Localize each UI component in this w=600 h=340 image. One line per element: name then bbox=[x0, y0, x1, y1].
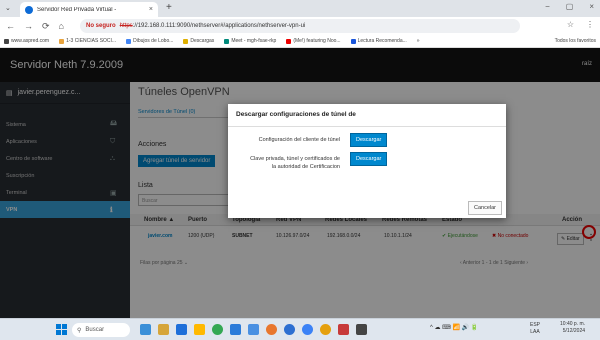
not-secure-badge[interactable]: No seguro bbox=[86, 23, 116, 29]
taskbar-app-icon[interactable] bbox=[356, 324, 367, 335]
private-key-label: Clave privada, túnel y certificados de l… bbox=[236, 155, 340, 171]
bookmarks-bar: www.aspred.com 1-3 CIENCIAS SOCI... Dibu… bbox=[0, 35, 600, 48]
modal-title: Descargar configuraciones de túnel de bbox=[236, 111, 356, 118]
nav-buttons: ← → ⟳ ⌂ bbox=[0, 21, 78, 32]
bookmarks-overflow-icon[interactable]: » bbox=[417, 38, 420, 44]
browser-toolbar-icons: ☆ ⋮ bbox=[567, 20, 594, 29]
home-icon[interactable]: ⌂ bbox=[59, 21, 64, 32]
bookmark-favicon-icon bbox=[4, 38, 9, 44]
window-controls: − ▢ × bbox=[545, 2, 594, 11]
taskbar-app-icon[interactable] bbox=[320, 324, 331, 335]
windows-start-icon[interactable] bbox=[56, 324, 67, 335]
private-key-label-line2: la autoridad de Certificacion bbox=[271, 164, 340, 170]
windows-taskbar: ⚲ Buscar ^ ☁ ⌨ 📶 🔊 🔋 ESP LAA 10:40 p. m.… bbox=[0, 318, 600, 340]
bookmark-favicon-icon bbox=[350, 38, 356, 44]
chrome-icon[interactable] bbox=[212, 324, 223, 335]
bookmark-item[interactable]: (Me!) featuring Noo... bbox=[286, 38, 341, 44]
taskbar-app-icon[interactable] bbox=[158, 324, 169, 335]
address-bar-row: ← → ⟳ ⌂ No seguro https://192.168.0.111:… bbox=[0, 17, 600, 35]
system-tray[interactable]: ^ ☁ ⌨ 📶 🔊 🔋 bbox=[430, 324, 478, 331]
bookmark-item[interactable]: Descargas bbox=[183, 38, 214, 44]
taskbar-app-icon[interactable] bbox=[176, 324, 187, 335]
taskbar-app-icon[interactable] bbox=[140, 324, 151, 335]
download-config-modal: Descargar configuraciones de túnel de Co… bbox=[228, 104, 506, 218]
download-private-key-button[interactable]: Descargar bbox=[350, 152, 388, 166]
cancel-button[interactable]: Cancelar bbox=[468, 201, 503, 215]
all-bookmarks-link[interactable]: Todos los favoritos bbox=[555, 38, 596, 44]
url-path: ://192.168.0.111:9090/nethserver#/applic… bbox=[132, 23, 306, 29]
tab-title: Servidor Red Privada Virtual - bbox=[37, 6, 117, 13]
taskbar-search-label: Buscar bbox=[85, 327, 105, 333]
forward-icon[interactable]: → bbox=[24, 21, 33, 32]
tab-list-icon[interactable]: ⌄ bbox=[5, 4, 11, 12]
new-tab-button[interactable]: + bbox=[166, 2, 172, 13]
taskbar-app-icon[interactable] bbox=[338, 324, 349, 335]
url-scheme: https bbox=[119, 23, 133, 29]
bookmark-item[interactable]: 1-3 CIENCIAS SOCI... bbox=[59, 38, 116, 44]
taskbar-app-icon[interactable] bbox=[266, 324, 277, 335]
bookmark-favicon-icon bbox=[224, 38, 230, 44]
modal-divider bbox=[228, 126, 506, 127]
search-icon: ⚲ bbox=[77, 327, 82, 334]
file-explorer-icon[interactable] bbox=[194, 324, 205, 335]
bookmark-item[interactable]: Dibujos de Lobo... bbox=[126, 38, 173, 44]
bookmark-favicon-icon bbox=[59, 38, 65, 44]
minimize-icon[interactable]: − bbox=[545, 2, 550, 11]
maximize-icon[interactable]: ▢ bbox=[566, 2, 574, 11]
browser-menu-icon[interactable]: ⋮ bbox=[586, 20, 594, 29]
browser-tab[interactable]: Servidor Red Privada Virtual - × bbox=[20, 2, 158, 17]
bookmark-star-icon[interactable]: ☆ bbox=[567, 20, 574, 29]
url-field[interactable]: No seguro https://192.168.0.111:9090/net… bbox=[80, 19, 520, 33]
language-indicator[interactable]: ESP LAA bbox=[530, 322, 540, 336]
bookmark-item[interactable]: Lectura Recomenda... bbox=[350, 38, 407, 44]
taskbar-clock[interactable]: 10:40 p. m. 5/12/2024 bbox=[560, 321, 585, 335]
back-icon[interactable]: ← bbox=[6, 21, 15, 32]
client-config-label: Configuración del cliente de túnel bbox=[258, 137, 340, 143]
download-client-config-button[interactable]: Descargar bbox=[350, 133, 388, 147]
bookmark-favicon-icon bbox=[183, 38, 189, 44]
close-window-icon[interactable]: × bbox=[589, 2, 594, 11]
taskbar-app-icon[interactable] bbox=[302, 324, 313, 335]
bookmark-item[interactable]: Meet - mgh-fsae-rkp bbox=[224, 38, 276, 44]
taskbar-app-icon[interactable] bbox=[284, 324, 295, 335]
browser-tab-strip: ⌄ Servidor Red Privada Virtual - × + − ▢… bbox=[0, 0, 600, 17]
private-key-label-line1: Clave privada, túnel y certificados de bbox=[250, 156, 340, 162]
bookmark-favicon-icon bbox=[286, 38, 292, 44]
reload-icon[interactable]: ⟳ bbox=[42, 21, 50, 32]
taskbar-search[interactable]: ⚲ Buscar bbox=[72, 323, 130, 337]
url-text: https://192.168.0.111:9090/nethserver#/a… bbox=[120, 23, 306, 29]
taskbar-app-icon[interactable] bbox=[230, 324, 241, 335]
taskbar-app-icon[interactable] bbox=[248, 324, 259, 335]
bookmark-item[interactable]: www.aspred.com bbox=[4, 38, 49, 44]
bookmark-favicon-icon bbox=[126, 38, 132, 44]
site-favicon-icon bbox=[25, 5, 33, 14]
tab-close-icon[interactable]: × bbox=[149, 6, 153, 13]
